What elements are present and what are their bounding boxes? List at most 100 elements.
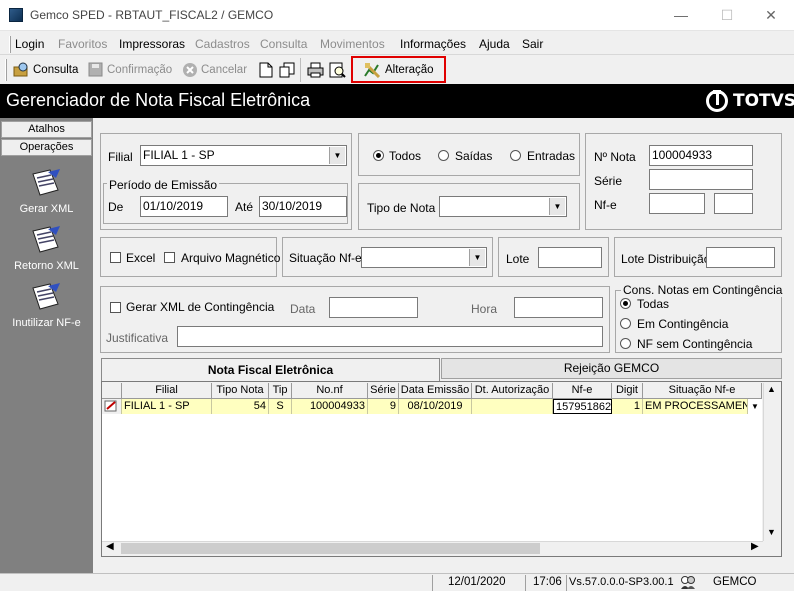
nf-sem-contingencia-label: NF sem Contingência — [637, 337, 753, 351]
situacao-select[interactable]: ▼ — [361, 247, 487, 268]
row-flag-cell — [102, 399, 122, 414]
data-input[interactable] — [329, 297, 418, 318]
de-date-input[interactable]: 01/10/2019 — [140, 196, 228, 217]
menu-informacoes[interactable]: Informações — [400, 37, 466, 51]
excel-label: Excel — [126, 251, 156, 265]
col-header-data-emissao[interactable]: Data Emissão — [399, 383, 472, 399]
gerar-xml-contingencia-checkbox[interactable] — [110, 302, 121, 313]
sidebar-item-gerar-xml[interactable]: Gerar XML — [0, 203, 93, 215]
col-header-serie[interactable]: Série — [368, 383, 399, 399]
cell-serie[interactable]: 9 — [368, 399, 399, 414]
col-header-digit[interactable]: Digit — [612, 383, 643, 399]
col-header-flag — [102, 383, 122, 399]
radio-saidas[interactable] — [438, 150, 449, 161]
col-header-filial[interactable]: Filial — [122, 383, 212, 399]
col-header-situacao[interactable]: Situação Nf-e — [643, 383, 762, 399]
close-button[interactable]: ✕ — [748, 0, 794, 31]
consulta-button[interactable]: Consulta — [9, 56, 89, 84]
col-header-tipo-nota[interactable]: Tipo Nota — [212, 383, 269, 399]
menu-ajuda[interactable]: Ajuda — [479, 37, 510, 51]
status-time: 17:06 — [533, 576, 562, 588]
lote-input[interactable] — [538, 247, 602, 268]
chevron-down-icon[interactable]: ▼ — [469, 249, 485, 266]
vertical-scrollbar[interactable] — [763, 383, 780, 541]
user-icon — [681, 576, 695, 589]
radio-nf-sem-contingencia[interactable] — [620, 338, 631, 349]
scroll-right-icon[interactable]: ▶ — [751, 541, 759, 552]
menu-sair[interactable]: Sair — [522, 37, 543, 51]
tab-nota-fiscal-eletronica[interactable]: Nota Fiscal Eletrônica — [101, 358, 440, 381]
radio-todos[interactable] — [373, 150, 384, 161]
ate-date-input[interactable]: 30/10/2019 — [259, 196, 347, 217]
lote-distribuicao-input[interactable] — [706, 247, 775, 268]
print-preview-icon[interactable] — [329, 62, 346, 78]
menu-favoritos[interactable]: Favoritos — [58, 37, 107, 51]
sidebar-item-retorno-xml[interactable]: Retorno XML — [0, 260, 93, 272]
nfe-label: Nf-e — [594, 198, 617, 212]
minimize-button[interactable]: — — [658, 0, 704, 31]
edit-flag-icon — [104, 400, 117, 412]
alteracao-label: Alteração — [385, 64, 434, 76]
scroll-thumb[interactable] — [121, 543, 540, 554]
new-document-icon[interactable] — [259, 62, 273, 78]
maximize-button[interactable]: ☐ — [704, 0, 750, 31]
status-user: GEMCO — [713, 576, 757, 588]
menu-consulta[interactable]: Consulta — [260, 37, 307, 51]
tab-operacoes[interactable]: Operações — [1, 139, 92, 156]
arquivo-magnetico-label: Arquivo Magnético — [181, 251, 281, 265]
cell-situacao[interactable]: EM PROCESSAMEN — [643, 399, 748, 414]
col-header-no-nf[interactable]: No.nf — [292, 383, 368, 399]
confirmacao-label: Confirmação — [107, 64, 173, 76]
scroll-left-icon[interactable]: ◀ — [106, 541, 114, 552]
cell-dt-autorizacao[interactable] — [472, 399, 553, 414]
nfe-digit-input[interactable] — [714, 193, 753, 214]
menu-cadastros[interactable]: Cadastros — [195, 37, 250, 51]
tipo-nota-select[interactable]: ▼ — [439, 196, 567, 217]
sidebar-item-inutilizar-nfe[interactable]: Inutilizar NF-e — [0, 317, 93, 329]
gerar-xml-icon[interactable] — [30, 168, 62, 198]
scroll-down-icon[interactable]: ▼ — [767, 527, 776, 537]
cell-digit[interactable]: 1 — [612, 399, 643, 414]
col-header-dt-autorizacao[interactable]: Dt. Autorização — [472, 383, 553, 399]
scroll-up-icon[interactable]: ▲ — [767, 384, 776, 394]
col-header-nfe[interactable]: Nf-e — [553, 383, 612, 399]
totvs-logo: TOTVS — [733, 91, 794, 111]
chevron-down-icon[interactable]: ▼ — [329, 147, 345, 164]
entradas-label: Entradas — [527, 149, 576, 163]
menu-movimentos[interactable]: Movimentos — [320, 37, 385, 51]
printer-icon[interactable] — [307, 62, 324, 78]
chevron-down-icon[interactable]: ▼ — [748, 399, 762, 414]
cell-nfe[interactable]: 157951862 — [553, 399, 612, 414]
cell-tipo-nota[interactable]: 54 — [212, 399, 269, 414]
radio-todas[interactable] — [620, 298, 631, 309]
cell-tip[interactable]: S — [269, 399, 292, 414]
filial-label: Filial — [108, 150, 133, 164]
nnota-input[interactable]: 100004933 — [649, 145, 753, 166]
excel-checkbox[interactable] — [110, 252, 121, 263]
tab-atalhos[interactable]: Atalhos — [1, 121, 92, 138]
confirmacao-button[interactable]: Confirmação — [86, 56, 176, 84]
menu-login[interactable]: Login — [15, 37, 44, 51]
inutilizar-nfe-icon[interactable] — [30, 282, 62, 312]
alteracao-button[interactable]: Alteração — [351, 56, 446, 83]
nfe-input[interactable] — [649, 193, 705, 214]
cell-no-nf[interactable]: 100004933 — [292, 399, 368, 414]
retorno-xml-icon[interactable] — [30, 225, 62, 255]
cell-filial[interactable]: FILIAL 1 - SP — [122, 399, 212, 414]
menu-impressoras[interactable]: Impressoras — [119, 37, 185, 51]
radio-em-contingencia[interactable] — [620, 318, 631, 329]
hora-input[interactable] — [514, 297, 603, 318]
radio-entradas[interactable] — [510, 150, 521, 161]
cell-data-emissao[interactable]: 08/10/2019 — [399, 399, 472, 414]
justificativa-input[interactable] — [177, 326, 603, 347]
status-version: Vs.57.0.0.0-SP3.00.1 — [569, 576, 674, 588]
arquivo-magnetico-checkbox[interactable] — [164, 252, 175, 263]
cancelar-button[interactable]: Cancelar — [181, 56, 251, 84]
data-label: Data — [290, 302, 316, 316]
filial-select[interactable]: FILIAL 1 - SP ▼ — [140, 145, 347, 166]
tab-rejeicao-gemco[interactable]: Rejeição GEMCO — [441, 358, 782, 379]
chevron-down-icon[interactable]: ▼ — [549, 198, 565, 215]
col-header-tip[interactable]: Tip — [269, 383, 292, 399]
serie-input[interactable] — [649, 169, 753, 190]
copy-document-icon[interactable] — [279, 62, 295, 78]
